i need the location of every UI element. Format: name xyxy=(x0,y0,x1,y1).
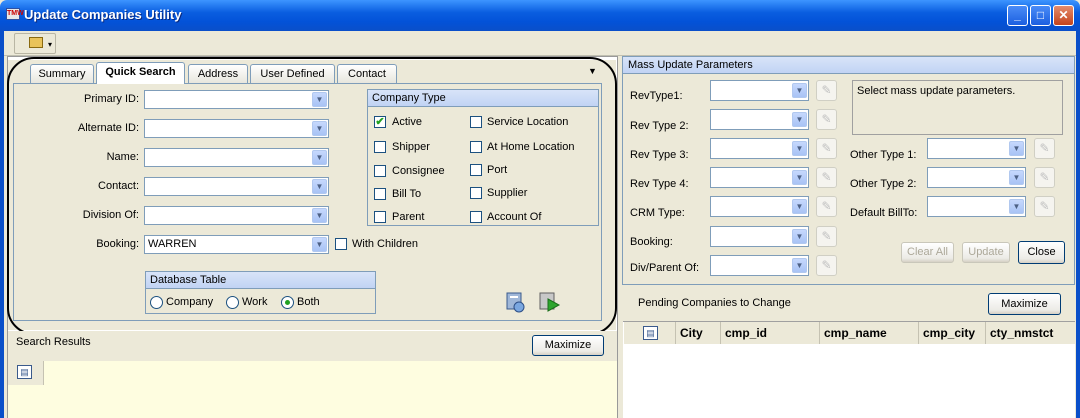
eraser-icon: ✎ xyxy=(821,229,832,243)
revtype1-clear-button[interactable]: ✎ xyxy=(816,80,837,101)
revtype1-label: RevType1: xyxy=(630,90,683,102)
maximize-icon: □ xyxy=(1036,8,1045,22)
crm-type-combo[interactable]: ▼ xyxy=(710,196,809,217)
column-header-city[interactable]: City xyxy=(676,322,721,344)
column-header-cty-nmstct[interactable]: cty_nmstct xyxy=(986,322,1076,344)
other-type-2-combo[interactable]: ▼ xyxy=(927,167,1026,188)
window-title: Update Companies Utility xyxy=(24,7,182,22)
eraser-icon: ✎ xyxy=(821,199,832,213)
chevron-down-icon[interactable]: ▼ xyxy=(1009,199,1024,214)
div-parent-of-clear-button[interactable]: ✎ xyxy=(816,255,837,276)
default-billto-combo[interactable]: ▼ xyxy=(927,196,1026,217)
pending-title: Pending Companies to Change xyxy=(638,297,791,309)
revtype1-combo[interactable]: ▼ xyxy=(710,80,809,101)
rev-type-2-combo[interactable]: ▼ xyxy=(710,109,809,130)
div-parent-of-combo[interactable]: ▼ xyxy=(710,255,809,276)
dropdown-arrow-icon[interactable]: ▾ xyxy=(48,40,52,49)
grid-settings-icon[interactable]: ▤ xyxy=(643,326,658,340)
eraser-icon: ✎ xyxy=(1039,170,1050,184)
chevron-down-icon[interactable]: ▼ xyxy=(792,83,807,98)
close-button[interactable]: Close xyxy=(1018,241,1065,264)
chevron-down-icon[interactable]: ▼ xyxy=(792,141,807,156)
folder-up-icon xyxy=(29,37,43,48)
rev-type-3-clear-button[interactable]: ✎ xyxy=(816,138,837,159)
chevron-down-icon[interactable]: ▼ xyxy=(792,170,807,185)
rev-type-2-clear-button[interactable]: ✎ xyxy=(816,109,837,130)
rev-type-4-combo[interactable]: ▼ xyxy=(710,167,809,188)
minimize-button[interactable]: _ xyxy=(1007,5,1028,26)
mass-update-message: Select mass update parameters. xyxy=(852,80,1063,135)
mass-booking-label: Booking: xyxy=(630,236,673,248)
div-parent-of-label: Div/Parent Of: xyxy=(630,262,700,274)
column-header-cmp-name[interactable]: cmp_name xyxy=(820,322,919,344)
search-results-maximize-button[interactable]: Maximize xyxy=(532,335,604,356)
other-type-2-clear-button[interactable]: ✎ xyxy=(1034,167,1055,188)
crm-type-label: CRM Type: xyxy=(630,207,685,219)
rev-type-3-label: Rev Type 3: xyxy=(630,149,689,161)
chevron-down-icon[interactable]: ▼ xyxy=(792,258,807,273)
search-results-title: Search Results xyxy=(16,336,91,348)
pending-maximize-button[interactable]: Maximize xyxy=(988,293,1061,315)
tab-quick-search[interactable]: Quick Search xyxy=(96,62,185,84)
mass-booking-clear-button[interactable]: ✎ xyxy=(816,226,837,247)
chevron-down-icon[interactable]: ▼ xyxy=(792,199,807,214)
minimize-icon: _ xyxy=(1014,8,1021,22)
eraser-icon: ✎ xyxy=(821,112,832,126)
eraser-icon: ✎ xyxy=(821,83,832,97)
mass-update-title: Mass Update Parameters xyxy=(623,57,1074,74)
close-window-button[interactable]: ✕ xyxy=(1053,5,1074,26)
eraser-icon: ✎ xyxy=(1039,199,1050,213)
highlight-oval xyxy=(7,57,617,335)
chevron-down-icon[interactable]: ▼ xyxy=(1009,141,1024,156)
chevron-down-icon[interactable]: ▼ xyxy=(792,229,807,244)
other-type-1-clear-button[interactable]: ✎ xyxy=(1034,138,1055,159)
search-results-header xyxy=(8,331,617,361)
default-billto-label: Default BillTo: xyxy=(850,207,918,219)
window-frame-left xyxy=(0,31,4,418)
column-header-cmp-city[interactable]: cmp_city xyxy=(919,322,986,344)
search-results-grid[interactable] xyxy=(8,361,617,418)
rev-type-2-label: Rev Type 2: xyxy=(630,120,689,132)
rev-type-3-combo[interactable]: ▼ xyxy=(710,138,809,159)
eraser-icon: ✎ xyxy=(1039,141,1050,155)
rev-type-4-clear-button[interactable]: ✎ xyxy=(816,167,837,188)
rev-type-4-label: Rev Type 4: xyxy=(630,178,689,190)
update-button[interactable]: Update xyxy=(962,242,1010,263)
app-icon: TMW xyxy=(6,8,24,20)
eraser-icon: ✎ xyxy=(821,258,832,272)
maximize-button[interactable]: □ xyxy=(1030,5,1051,26)
clear-all-button[interactable]: Clear All xyxy=(901,242,954,263)
column-header-cmp-id[interactable]: cmp_id xyxy=(721,322,820,344)
window-frame-right xyxy=(1076,31,1080,418)
crm-type-clear-button[interactable]: ✎ xyxy=(816,196,837,217)
mass-booking-combo[interactable]: ▼ xyxy=(710,226,809,247)
other-type-1-combo[interactable]: ▼ xyxy=(927,138,1026,159)
grid-settings-icon[interactable]: ▤ xyxy=(17,365,32,379)
eraser-icon: ✎ xyxy=(821,170,832,184)
close-icon: ✕ xyxy=(1058,8,1069,22)
chevron-down-icon[interactable]: ▼ xyxy=(792,112,807,127)
other-type-1-label: Other Type 1: xyxy=(850,149,917,161)
toolbar: ▾ xyxy=(4,31,1076,56)
default-billto-clear-button[interactable]: ✎ xyxy=(1034,196,1055,217)
other-type-2-label: Other Type 2: xyxy=(850,178,917,190)
eraser-icon: ✎ xyxy=(821,141,832,155)
chevron-down-icon[interactable]: ▼ xyxy=(1009,170,1024,185)
toolbar-open-button[interactable]: ▾ xyxy=(14,33,56,54)
